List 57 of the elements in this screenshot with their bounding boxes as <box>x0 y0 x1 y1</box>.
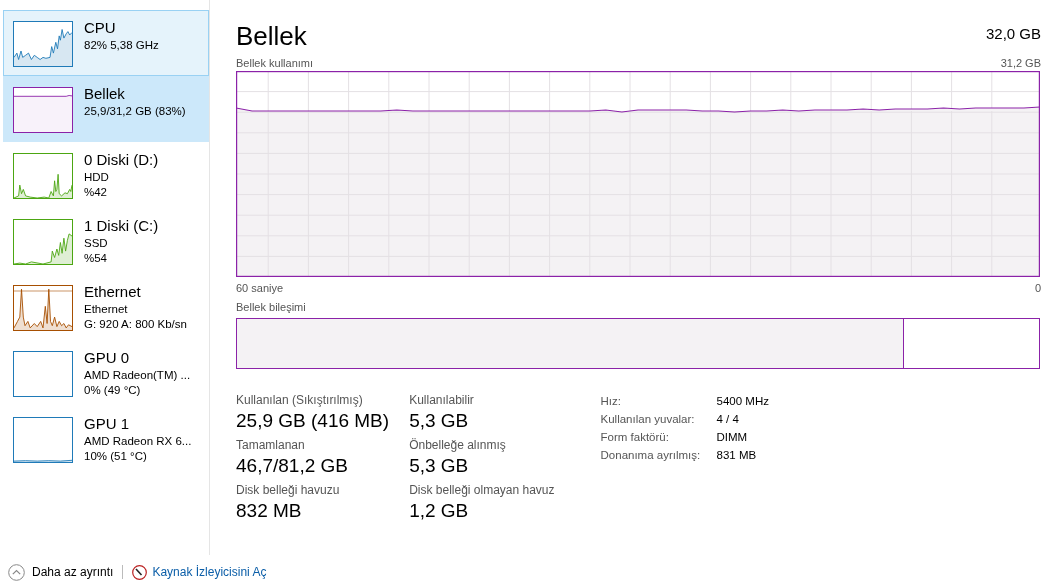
item-detail: G: 920 A: 800 Kb/sn <box>84 317 187 332</box>
total-memory: 32,0 GB <box>985 25 1041 42</box>
stat-label: Kullanılabilir <box>409 393 475 408</box>
resource-monitor-link[interactable]: Kaynak İzleyicisini Aç <box>152 565 267 579</box>
sidebar-item[interactable]: 0 Diski (D:) HDD %42 <box>3 142 209 208</box>
item-title: CPU <box>84 19 117 37</box>
stat-label: Tamamlanan <box>236 438 306 453</box>
item-title: 1 Diski (C:) <box>84 217 159 235</box>
chart-max: 31,2 GB <box>1000 56 1041 70</box>
less-details-button[interactable]: Daha az ayrıntı <box>8 563 114 581</box>
time-axis-end: 0 <box>1034 281 1041 295</box>
item-detail: AMD Radeon(TM) ... <box>84 368 191 383</box>
item-detail: %42 <box>84 185 109 200</box>
sidebar-item[interactable]: GPU 0 AMD Radeon(TM) ... 0% (49 °C) <box>3 340 209 406</box>
time-axis-start: 60 saniye <box>236 281 284 295</box>
stat-value: 5,3 GB <box>409 409 470 433</box>
sidebar-item[interactable]: Ethernet Ethernet G: 920 A: 800 Kb/sn <box>3 274 209 340</box>
chart-label: Bellek kullanımı <box>236 56 314 70</box>
detail-label: Hız: <box>600 394 622 409</box>
item-title: Ethernet <box>84 283 142 301</box>
detail-value: DIMM <box>716 430 749 445</box>
item-detail: Ethernet <box>84 302 129 317</box>
gauge-icon <box>132 564 148 580</box>
stat-value: 1,2 GB <box>409 499 470 523</box>
sidebar-item[interactable]: 1 Diski (C:) SSD %54 <box>3 208 209 274</box>
stat-value: 5,3 GB <box>409 454 470 478</box>
detail-value: 831 MB <box>716 448 758 463</box>
item-title: GPU 0 <box>84 349 130 367</box>
item-detail: AMD Radeon RX 6... <box>84 434 192 449</box>
item-detail: 0% (49 °C) <box>84 383 142 398</box>
item-title: Bellek <box>84 85 126 103</box>
stat-label: Kullanılan (Sıkıştırılmış) <box>236 393 364 408</box>
sidebar-item[interactable]: CPU 82% 5,38 GHz <box>3 10 209 76</box>
stat-label: Önbelleğe alınmış <box>409 438 507 453</box>
item-detail: SSD <box>84 236 109 251</box>
detail-label: Donanıma ayrılmış: <box>600 448 702 463</box>
item-title: 0 Diski (D:) <box>84 151 159 169</box>
sidebar-item[interactable]: GPU 1 AMD Radeon RX 6... 10% (51 °C) <box>3 406 209 472</box>
detail-label: Form faktörü: <box>600 430 670 445</box>
item-detail: 25,9/31,2 GB (83%) <box>84 104 186 119</box>
composition-label: Bellek bileşimi <box>236 300 306 314</box>
stat-value: 832 MB <box>236 499 303 523</box>
chevron-up-icon <box>8 563 25 581</box>
item-title: GPU 1 <box>84 415 130 433</box>
item-detail: 10% (51 °C) <box>84 449 148 464</box>
sidebar-item[interactable]: Bellek 25,9/31,2 GB (83%) <box>3 76 209 142</box>
stat-value: 46,7/81,2 GB <box>236 454 349 478</box>
detail-value: 5400 MHz <box>716 394 769 409</box>
detail-label: Kullanılan yuvalar: <box>600 412 696 427</box>
stat-label: Disk belleği havuzu <box>236 483 341 498</box>
detail-value: 4 / 4 <box>716 412 740 427</box>
page-title: Bellek <box>236 20 307 52</box>
item-detail: 82% 5,38 GHz <box>84 38 159 53</box>
stat-label: Disk belleği olmayan havuz <box>409 483 555 498</box>
item-detail: %54 <box>84 251 109 266</box>
item-detail: HDD <box>84 170 110 185</box>
stat-value: 25,9 GB (416 MB) <box>236 409 390 433</box>
